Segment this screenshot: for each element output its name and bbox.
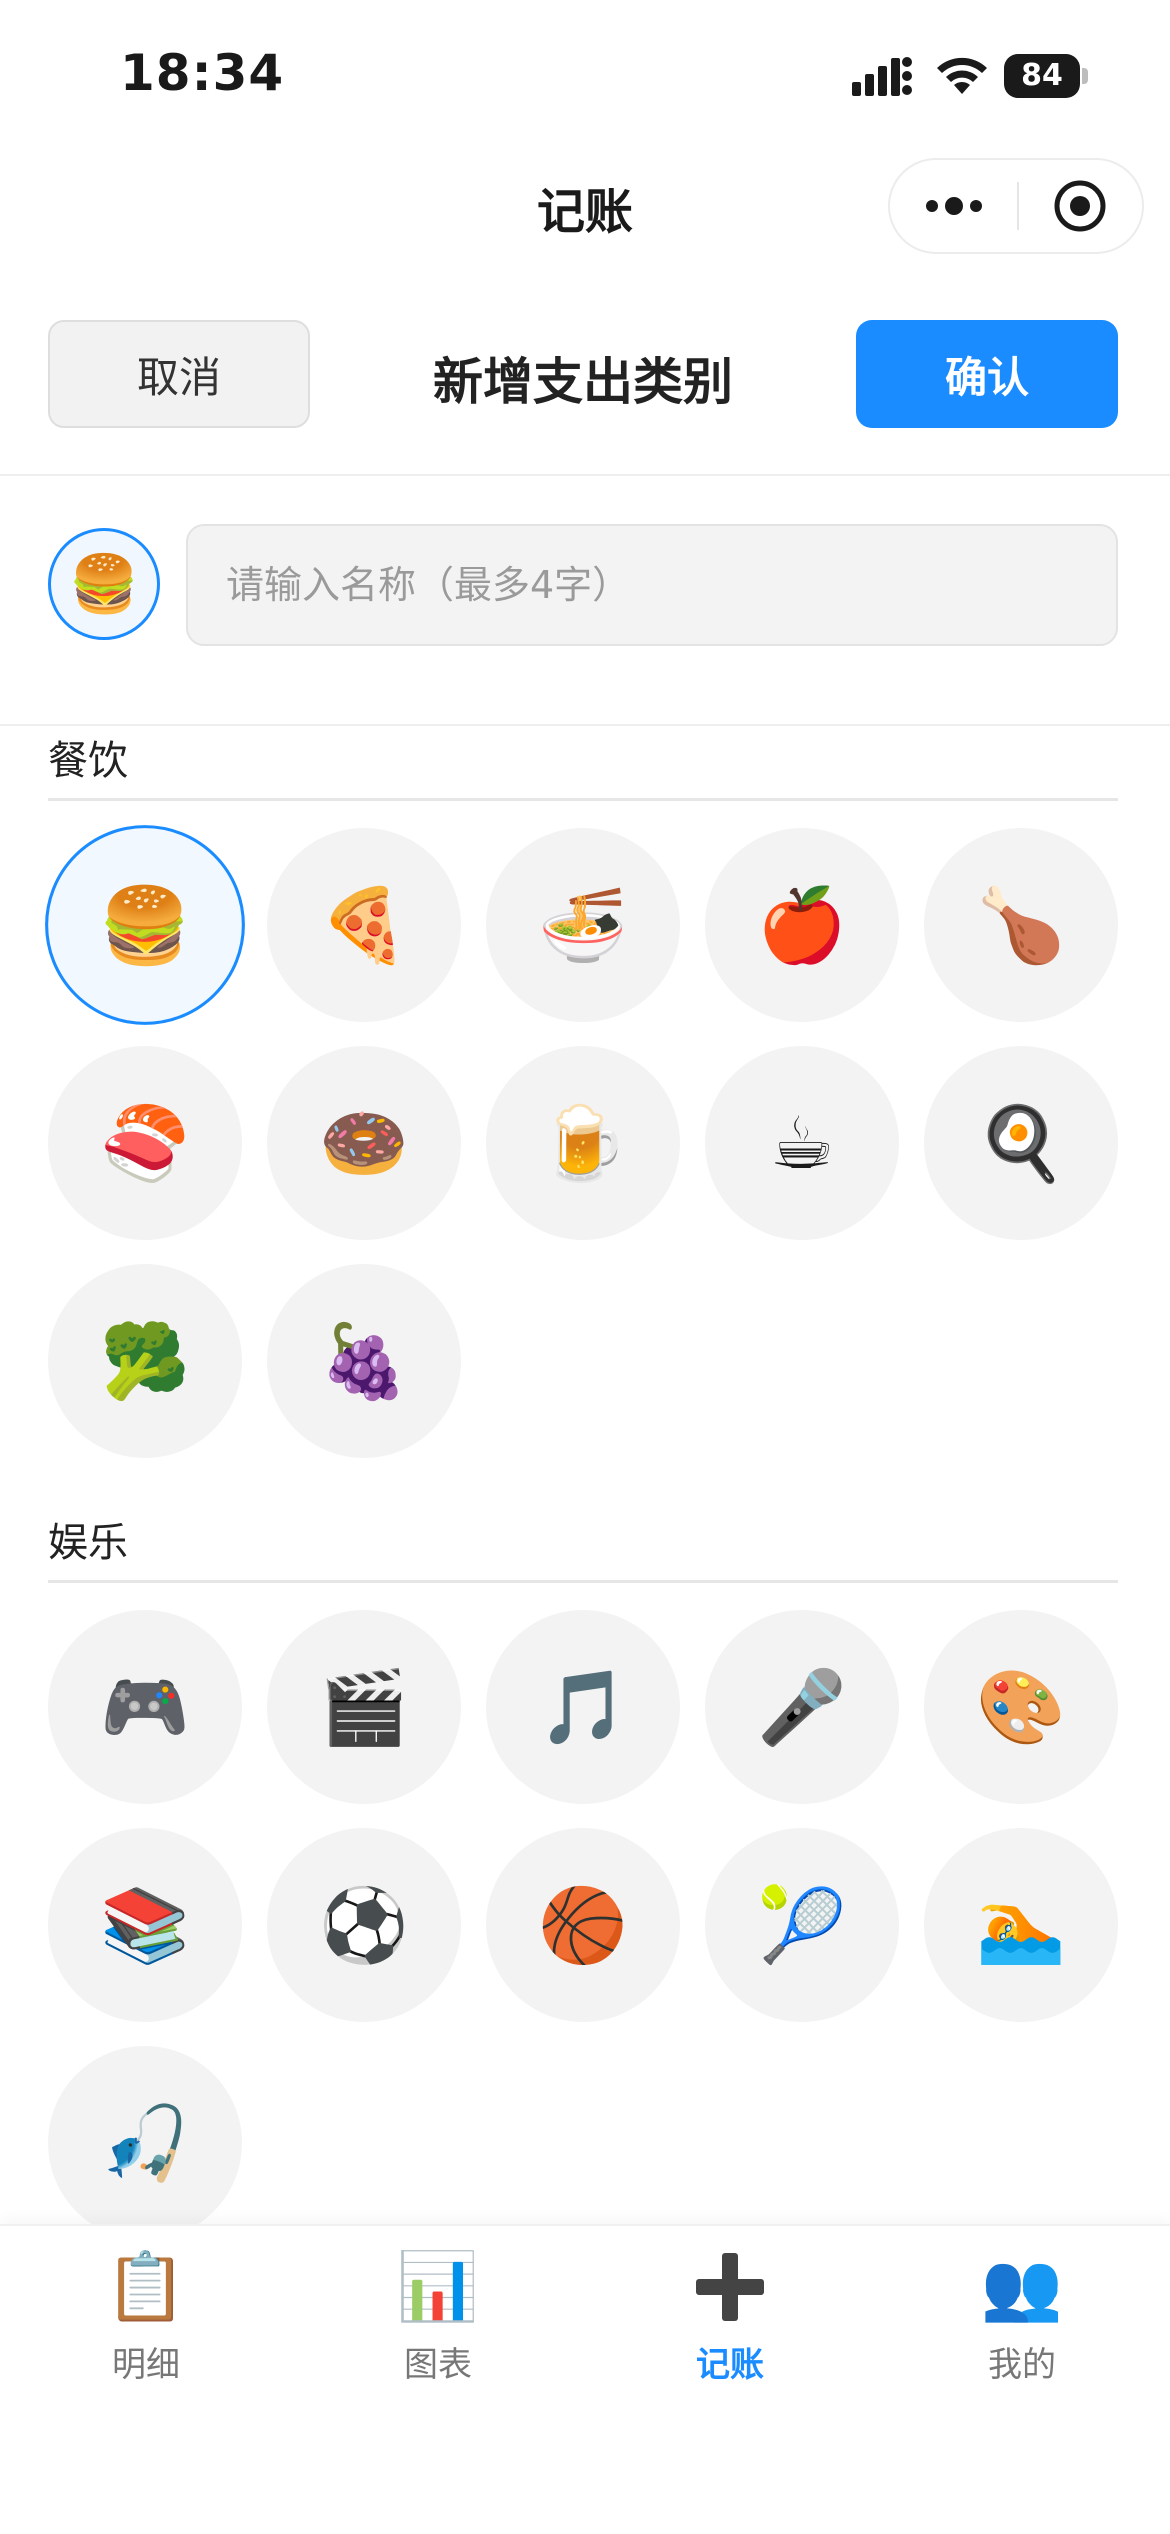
cellular-signal-icon [852, 57, 912, 96]
tab-mine[interactable]: 👥 我的 [876, 2226, 1168, 2406]
palette-icon[interactable]: 🎨 [924, 1610, 1118, 1804]
noodles-icon[interactable]: 🍜 [486, 828, 680, 1022]
more-dots-icon [926, 197, 982, 215]
music-note-icon[interactable]: 🎵 [486, 1610, 680, 1804]
game-controller-icon[interactable]: 🎮 [48, 1610, 242, 1804]
category-name-input[interactable] [186, 524, 1118, 646]
tab-bookkeeping[interactable]: 记账 [584, 2226, 876, 2406]
users-icon: 👥 [980, 2247, 1064, 2325]
mini-program-capsule [888, 158, 1144, 254]
battery-icon: 84 [1004, 54, 1088, 98]
hamburger-icon[interactable]: 🍔 [45, 825, 245, 1025]
header-divider [0, 474, 1170, 476]
target-circle-icon [1054, 180, 1106, 232]
clipboard-icon: 📋 [104, 2247, 188, 2325]
chicken-leg-icon[interactable]: 🍗 [924, 828, 1118, 1022]
grapes-icon[interactable]: 🍇 [267, 1264, 461, 1458]
microphone-icon[interactable]: 🎤 [705, 1610, 899, 1804]
page-title: 新增支出类别 [433, 353, 733, 411]
input-divider [0, 724, 1170, 726]
confirm-button[interactable]: 确认 [856, 320, 1118, 428]
tab-label: 我的 [988, 2344, 1056, 2385]
status-time: 18:34 [120, 44, 285, 102]
basketball-icon[interactable]: 🏀 [486, 1828, 680, 2022]
tab-chart[interactable]: 📊 图表 [292, 2226, 584, 2406]
swimmer-icon[interactable]: 🏊 [924, 1828, 1118, 2022]
bottom-tab-bar: 📋 明细 📊 图表 记账 👥 我的 [0, 2224, 1170, 2534]
tab-label: 记账 [696, 2344, 764, 2385]
section-label-entertainment: 娱乐 [48, 1520, 128, 1566]
broccoli-icon[interactable]: 🥦 [48, 1264, 242, 1458]
more-button[interactable] [890, 160, 1018, 252]
clapper-board-icon[interactable]: 🎬 [267, 1610, 461, 1804]
books-icon[interactable]: 📚 [48, 1828, 242, 2022]
fishing-icon[interactable]: 🎣 [48, 2046, 242, 2240]
tab-detail[interactable]: 📋 明细 [0, 2226, 292, 2406]
apple-icon[interactable]: 🍎 [705, 828, 899, 1022]
bar-chart-icon: 📊 [396, 2247, 480, 2325]
sushi-icon[interactable]: 🍣 [48, 1046, 242, 1240]
tab-label: 明细 [112, 2344, 180, 2385]
donut-icon[interactable]: 🍩 [267, 1046, 461, 1240]
section-divider-entertainment [48, 1580, 1118, 1583]
frying-egg-icon[interactable]: 🍳 [924, 1046, 1118, 1240]
icon-grid-entertainment: 🎮 🎬 🎵 🎤 🎨 📚 ⚽ 🏀 🎾 🏊 🎣 [48, 1610, 1118, 2240]
icon-grid-dining: 🍔 🍕 🍜 🍎 🍗 🍣 🍩 🍺 ☕ 🍳 🥦 🍇 [45, 825, 1118, 1458]
pizza-icon[interactable]: 🍕 [267, 828, 461, 1022]
plus-icon [696, 2252, 764, 2321]
battery-level: 84 [1021, 58, 1063, 93]
selected-icon-preview[interactable]: 🍔 [48, 528, 160, 640]
cancel-button[interactable]: 取消 [48, 320, 310, 428]
soccer-ball-icon[interactable]: ⚽ [267, 1828, 461, 2022]
wifi-icon [937, 57, 987, 94]
close-miniprogram-button[interactable] [1018, 160, 1142, 252]
coffee-icon[interactable]: ☕ [705, 1046, 899, 1240]
status-bar: 18:34 84 [0, 0, 1170, 150]
section-divider-dining [48, 798, 1118, 801]
tab-label: 图表 [404, 2344, 472, 2385]
beer-icon[interactable]: 🍺 [486, 1046, 680, 1240]
tennis-ball-icon[interactable]: 🎾 [705, 1828, 899, 2022]
section-label-dining: 餐饮 [48, 738, 128, 784]
